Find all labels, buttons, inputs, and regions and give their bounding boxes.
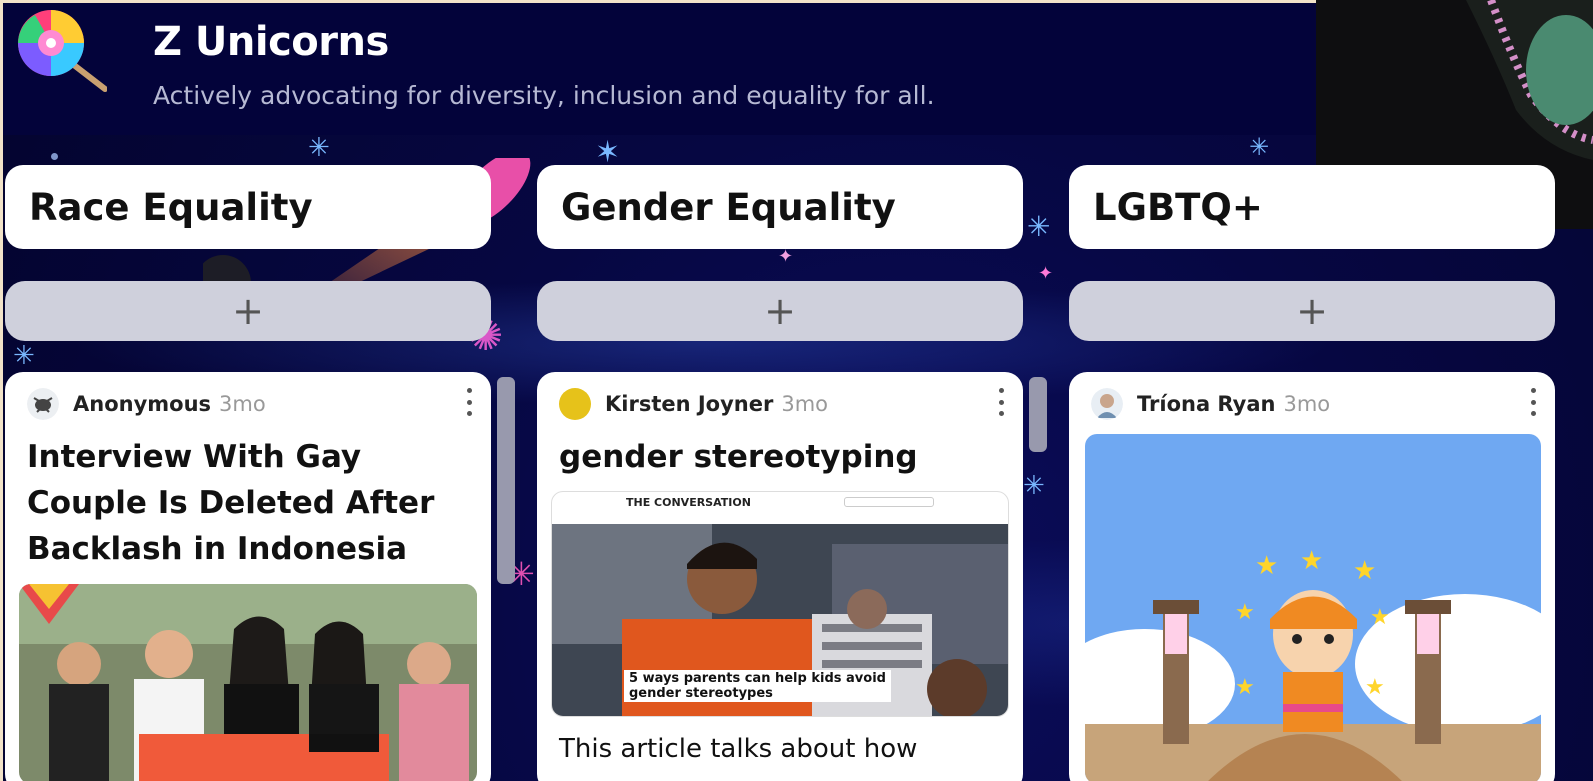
post-card[interactable]: Kirsten Joyner 3mo gender stereotyping T…: [537, 372, 1023, 781]
post-author: Kirsten Joyner: [605, 392, 774, 416]
board-title: Z Unicorns: [153, 19, 389, 65]
svg-text:★: ★: [1235, 600, 1255, 625]
protest-photo-icon: [19, 584, 477, 781]
svg-text:★: ★: [1365, 675, 1385, 700]
post-author: Tríona Ryan: [1137, 392, 1276, 416]
image-caption-line: 5 ways parents can help kids avoid: [629, 671, 886, 686]
star-decoration: ✳: [13, 341, 35, 371]
post-image: [19, 584, 477, 781]
svg-text:★: ★: [1255, 551, 1278, 581]
anonymous-avatar-icon: [27, 388, 59, 420]
user-avatar: [1091, 388, 1123, 420]
post-time: 3mo: [781, 392, 829, 416]
image-site-name: THE CONVERSATION: [626, 496, 751, 509]
svg-text:★: ★: [1300, 546, 1323, 576]
image-search-box: [844, 497, 934, 507]
post-menu-icon[interactable]: [465, 388, 473, 416]
lollipop-logo-icon: [18, 10, 107, 92]
dot-decoration: [51, 153, 58, 160]
user-avatar: [559, 388, 591, 420]
post-title: gender stereotyping: [559, 439, 918, 475]
column-heading[interactable]: Race Equality: [5, 165, 491, 249]
post-meta: Tríona Ryan 3mo: [1091, 388, 1330, 420]
column-scrollbar[interactable]: [1029, 377, 1047, 452]
post-menu-icon[interactable]: [997, 388, 1005, 416]
star-decoration: ✳: [1023, 471, 1045, 501]
star-decoration: ✳: [1249, 133, 1270, 161]
image-caption-line: gender stereotypes: [629, 686, 773, 701]
svg-text:★: ★: [1235, 675, 1255, 700]
post-meta: Anonymous 3mo: [27, 388, 266, 420]
post-image: ★ ★ ★ ★ ★ ★ ★: [1085, 434, 1541, 781]
add-post-button[interactable]: +: [1069, 281, 1555, 341]
post-body: This article talks about how: [559, 734, 918, 764]
post-time: 3mo: [1283, 392, 1331, 416]
board-header: Z Unicorns Actively advocating for diver…: [3, 3, 1317, 135]
add-post-button[interactable]: +: [537, 281, 1023, 341]
board-subtitle: Actively advocating for diversity, inclu…: [153, 81, 935, 110]
post-card[interactable]: Tríona Ryan 3mo ★ ★ ★ ★ ★ ★ ★: [1069, 372, 1555, 781]
image-caption: 5 ways parents can help kids avoid gende…: [624, 670, 891, 702]
column-heading[interactable]: Gender Equality: [537, 165, 1023, 249]
star-decoration: ✦: [1038, 263, 1054, 284]
star-decoration: ✦: [778, 246, 794, 267]
post-title: Interview With Gay Couple Is Deleted Aft…: [27, 439, 435, 567]
svg-text:★: ★: [1370, 605, 1390, 630]
svg-text:★: ★: [1353, 556, 1376, 586]
post-time: 3mo: [219, 392, 266, 416]
post-meta: Kirsten Joyner 3mo: [559, 388, 828, 420]
post-card[interactable]: Anonymous 3mo Interview With Gay Couple …: [5, 372, 491, 781]
column-heading[interactable]: LGBTQ+: [1069, 165, 1555, 249]
star-decoration: ✶: [595, 135, 621, 170]
game-character-illustration-icon: ★ ★ ★ ★ ★ ★ ★: [1085, 434, 1541, 781]
add-post-button[interactable]: +: [5, 281, 491, 341]
column-scrollbar[interactable]: [497, 377, 515, 584]
post-menu-icon[interactable]: [1529, 388, 1537, 416]
post-author: Anonymous: [73, 392, 212, 416]
post-image: THE CONVERSATION 5 ways parents can help…: [551, 491, 1009, 717]
star-decoration: ✳: [1027, 210, 1051, 243]
